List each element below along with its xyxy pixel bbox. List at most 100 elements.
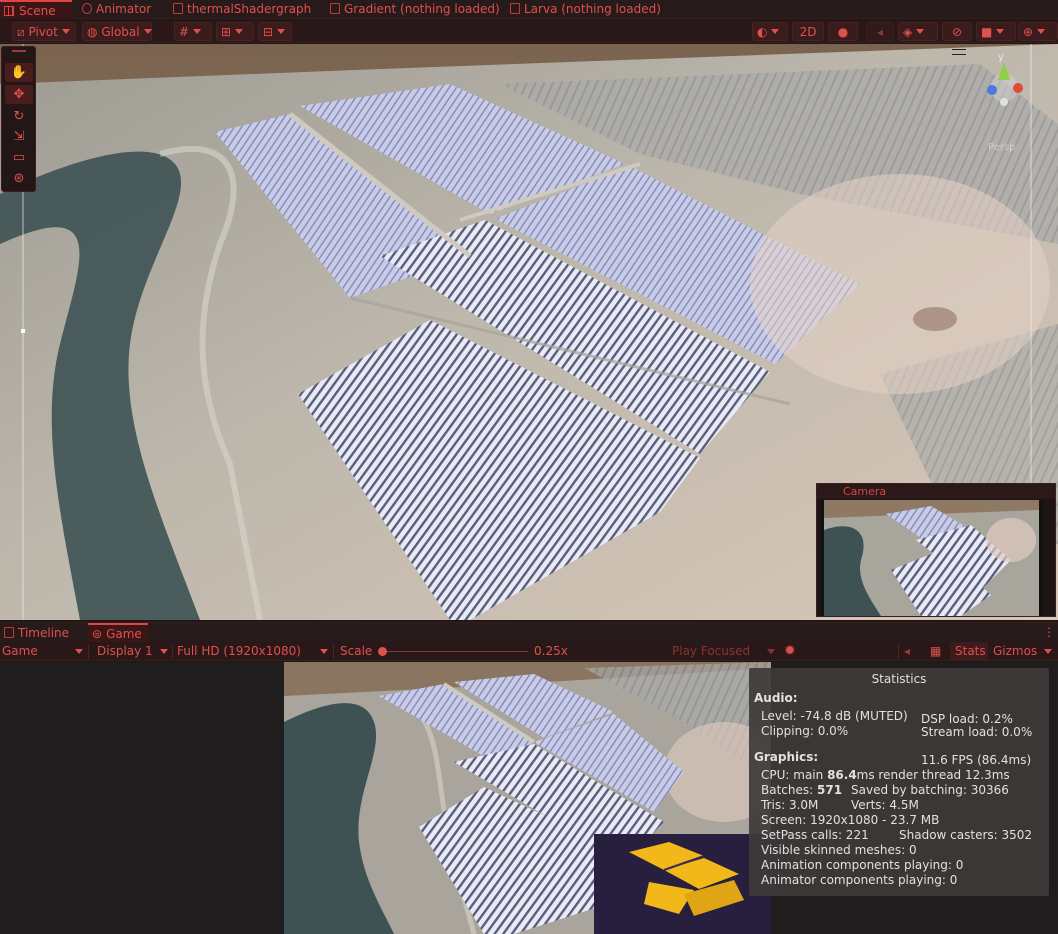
tab-label: Scene: [19, 4, 56, 18]
global-dropdown[interactable]: ◍ Global: [82, 22, 152, 41]
shading-mode-icon: ◐: [757, 25, 768, 39]
scale-slider-handle[interactable]: [378, 647, 387, 656]
audio-level: Level: -74.8 dB (MUTED): [761, 709, 908, 723]
resolution-label: Full HD (1920x1080): [177, 644, 301, 658]
camera-settings-dropdown[interactable]: ■: [976, 22, 1016, 41]
camera-preview-render: [821, 500, 1043, 616]
cpu-prefix: CPU: main: [761, 768, 828, 782]
thermal-camera-inset: [594, 834, 771, 934]
skinned-meshes: Visible skinned meshes: 0: [761, 843, 917, 857]
frame-debugger-icon[interactable]: ▦: [930, 642, 941, 661]
shadow-casters: Shadow casters: 3502: [899, 828, 1033, 842]
gizmos-dropdown[interactable]: ⊕: [1018, 22, 1058, 41]
play-focus-label: Play Focused: [672, 644, 751, 658]
stats-toggle[interactable]: Stats: [955, 642, 986, 661]
cpu-suffix: ms render thread 12.3ms: [856, 768, 1010, 782]
globe-icon: ◍: [87, 25, 98, 39]
scene-visibility-button[interactable]: ⊘: [942, 22, 972, 41]
gizmos-toggle[interactable]: Gizmos: [993, 642, 1057, 661]
grid-visibility-icon: ⊟: [263, 25, 274, 39]
pivot-label: Pivot: [28, 25, 58, 39]
tab-game[interactable]: ⊜ Game: [88, 623, 148, 643]
scale-value: 0.25x: [534, 644, 568, 658]
projection-label[interactable]: Persp: [988, 142, 1016, 153]
gizmo-axis-y: y: [998, 52, 1004, 63]
tab-scene[interactable]: Scene: [0, 0, 72, 19]
stats-title: Statistics: [871, 672, 927, 686]
tab-label: Timeline: [18, 626, 70, 640]
screen-stats: Screen: 1920x1080 - 23.7 MB: [761, 813, 940, 827]
rect-tool-icon[interactable]: ▭: [5, 148, 33, 167]
move-tool-icon[interactable]: ✥: [5, 85, 33, 104]
editor-tab-bar: Scene Animator thermalShadergraph Gradie…: [0, 0, 1058, 19]
speaker-icon: ◂: [876, 25, 884, 39]
transform-tool-icon[interactable]: ⊛: [5, 169, 33, 188]
grid-snap-dropdown[interactable]: #: [174, 22, 212, 41]
orientation-gizmo[interactable]: y Persp: [978, 52, 1038, 153]
cpu-main: 86.4: [827, 768, 857, 782]
panel-tab-bar: Timeline ⊜ Game ⋮: [0, 622, 1058, 643]
animator-icon: [82, 3, 92, 14]
timeline-icon: [4, 627, 14, 638]
rotate-tool-icon[interactable]: ↻: [5, 107, 33, 126]
snap-increment-dropdown[interactable]: ⊞: [216, 22, 254, 41]
tab-timeline[interactable]: Timeline: [4, 624, 69, 642]
batches-value: 571: [817, 783, 843, 797]
tab-larva[interactable]: Larva (nothing loaded): [510, 0, 661, 19]
lightbulb-icon: ●: [837, 25, 849, 39]
lighting-toggle-button[interactable]: ●: [828, 22, 858, 41]
shadergraph-icon: [330, 3, 340, 14]
overlay-menu-icon[interactable]: [952, 49, 966, 55]
play-focus-dropdown[interactable]: Play Focused: [672, 642, 778, 661]
eye-hidden-icon: ⊘: [951, 25, 963, 39]
axis-gizmo-icon: [987, 62, 1023, 106]
bug-icon[interactable]: ✹: [784, 642, 796, 661]
tab-label: thermalShadergraph: [187, 2, 312, 16]
audio-heading: Audio:: [754, 691, 798, 705]
tris: Tris: 3.0M: [761, 798, 819, 812]
grid-visibility-dropdown[interactable]: ⊟: [258, 22, 292, 41]
draw-mode-dropdown[interactable]: ◐: [752, 22, 788, 41]
toggle-2d-button[interactable]: 2D: [792, 22, 824, 41]
display-dropdown[interactable]: Display 1: [97, 642, 169, 661]
mute-audio-icon[interactable]: ◂: [904, 642, 910, 661]
shadergraph-icon: [173, 3, 183, 14]
tab-label: Gradient (nothing loaded): [344, 2, 500, 16]
scene-tools-palette: ✋ ✥ ↻ ⇲ ▭ ⊛: [1, 46, 36, 192]
camera-icon: ■: [981, 25, 993, 39]
tab-label: Game: [106, 627, 142, 641]
scale-tool-icon[interactable]: ⇲: [5, 127, 33, 146]
game-toolbar: Game Display 1 Full HD (1920x1080) Scale…: [0, 642, 1058, 661]
resolution-dropdown[interactable]: Full HD (1920x1080): [177, 642, 329, 661]
drag-handle[interactable]: [12, 50, 26, 52]
game-mode-dropdown[interactable]: Game: [2, 642, 84, 661]
scale-slider-track[interactable]: [380, 651, 528, 652]
stream-load: Stream load: 0.0%: [921, 725, 1033, 739]
effects-dropdown[interactable]: ◈: [898, 22, 938, 41]
game-viewport[interactable]: [284, 662, 771, 934]
audio-clipping: Clipping: 0.0%: [761, 724, 849, 738]
gizmo-sphere-icon: ⊕: [1023, 25, 1034, 39]
statistics-overlay: Statistics Audio: Level: -74.8 dB (MUTED…: [749, 668, 1049, 896]
grid-icon: [4, 6, 14, 16]
batches: Batches: 571: [761, 783, 842, 797]
display-label: Display 1: [97, 644, 153, 658]
snap-increment-icon: ⊞: [221, 25, 232, 39]
scale-label: Scale: [340, 644, 373, 658]
tab-label: Animator: [96, 2, 152, 16]
shadergraph-icon: [510, 3, 520, 14]
panel-menu-icon[interactable]: ⋮: [1043, 626, 1055, 638]
scene-toolbar: ⧄ Pivot ◍ Global # ⊞ ⊟ ◐ 2D ● ◂ ◈ ⊘ ■ ⊕: [0, 20, 1058, 43]
gizmos-label: Gizmos: [993, 644, 1038, 658]
camera-preview-overlay[interactable]: Camera: [816, 483, 1056, 617]
tab-gradient[interactable]: Gradient (nothing loaded): [330, 0, 500, 19]
pivot-dropdown[interactable]: ⧄ Pivot: [12, 22, 76, 41]
audio-toggle-button[interactable]: ◂: [866, 22, 894, 41]
tab-animator[interactable]: Animator: [82, 0, 151, 19]
batches-prefix: Batches:: [761, 783, 817, 797]
tab-thermal-shadergraph[interactable]: thermalShadergraph: [173, 0, 311, 19]
toggle-2d-label: 2D: [799, 25, 817, 39]
pivot-icon: ⧄: [17, 25, 25, 39]
gamepad-icon: ⊜: [92, 627, 103, 641]
hand-tool-icon[interactable]: ✋: [5, 63, 33, 82]
